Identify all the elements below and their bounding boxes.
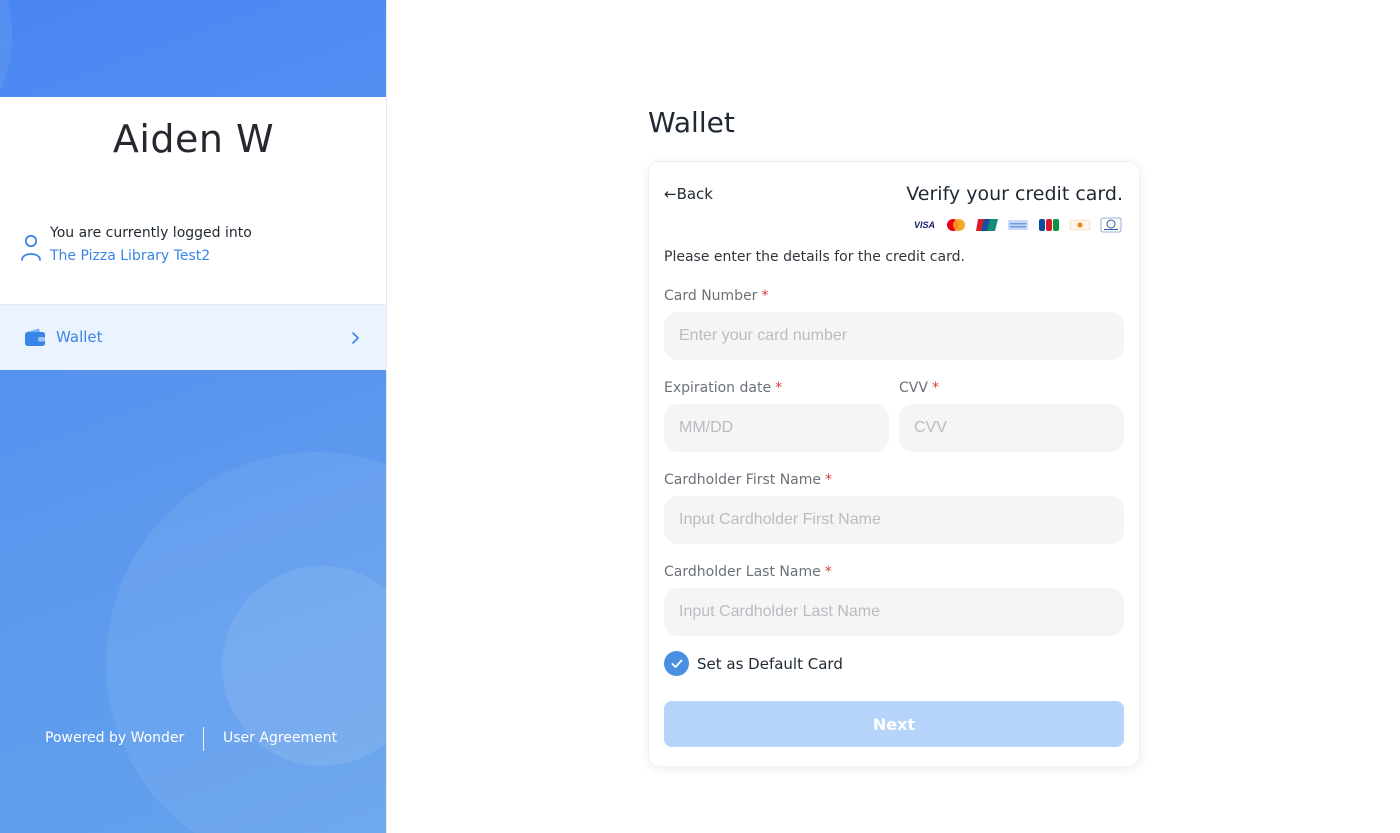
mastercard-icon (944, 217, 967, 233)
logged-in-text: You are currently logged into (50, 225, 252, 241)
default-card-label[interactable]: Set as Default Card (697, 655, 843, 673)
page-title: Wallet (648, 106, 735, 139)
required-marker: * (824, 564, 832, 580)
user-agreement-link[interactable]: User Agreement (223, 730, 337, 746)
organization-link[interactable]: The Pizza Library Test2 (50, 248, 210, 264)
discover-icon (1068, 217, 1091, 233)
back-button[interactable]: ←Back (664, 185, 713, 203)
unionpay-icon (975, 217, 998, 233)
required-marker: * (825, 472, 833, 488)
footer-divider (203, 727, 204, 751)
sidebar-footer: Powered by Wonder User Agreement (0, 727, 386, 751)
user-name: Aiden W (112, 117, 275, 161)
amex-icon (1006, 217, 1029, 233)
sidebar-item-wallet[interactable]: Wallet (0, 305, 386, 370)
required-marker: * (931, 380, 939, 396)
verify-heading: Verify your credit card. (906, 183, 1123, 205)
expiration-label: Expiration date * (664, 380, 783, 396)
visa-icon: VISA (913, 220, 935, 230)
sidebar-item-label: Wallet (56, 328, 103, 346)
card-number-input[interactable] (664, 312, 1124, 360)
arrow-left-icon: ← (664, 185, 677, 203)
next-button[interactable]: Next (664, 701, 1124, 747)
wallet-icon (25, 328, 45, 346)
decorative-circle (0, 0, 12, 110)
last-name-input[interactable] (664, 588, 1124, 636)
user-icon (21, 234, 41, 261)
expiration-date-input[interactable] (664, 404, 889, 452)
powered-by-text: Powered by Wonder (45, 730, 185, 746)
card-brand-logos: VISA (913, 217, 1122, 233)
chevron-right-icon (352, 332, 359, 344)
card-number-label: Card Number * (664, 288, 769, 304)
checkmark-icon (671, 659, 682, 668)
verify-card-panel: ←Back Verify your credit card. VISA Plea… (648, 161, 1140, 767)
profile-card: Aiden W You are currently logged into Th… (0, 97, 386, 305)
intro-text: Please enter the details for the credit … (664, 249, 965, 265)
required-marker: * (761, 288, 769, 304)
first-name-input[interactable] (664, 496, 1124, 544)
required-marker: * (775, 380, 783, 396)
default-card-checkbox[interactable] (664, 651, 689, 676)
jcb-icon (1037, 217, 1060, 233)
sidebar: Aiden W You are currently logged into Th… (0, 0, 387, 833)
cvv-input[interactable] (899, 404, 1124, 452)
diners-club-icon (1099, 217, 1122, 233)
first-name-label: Cardholder First Name * (664, 472, 833, 488)
last-name-label: Cardholder Last Name * (664, 564, 832, 580)
cvv-label: CVV * (899, 380, 939, 396)
back-label: Back (676, 185, 713, 203)
